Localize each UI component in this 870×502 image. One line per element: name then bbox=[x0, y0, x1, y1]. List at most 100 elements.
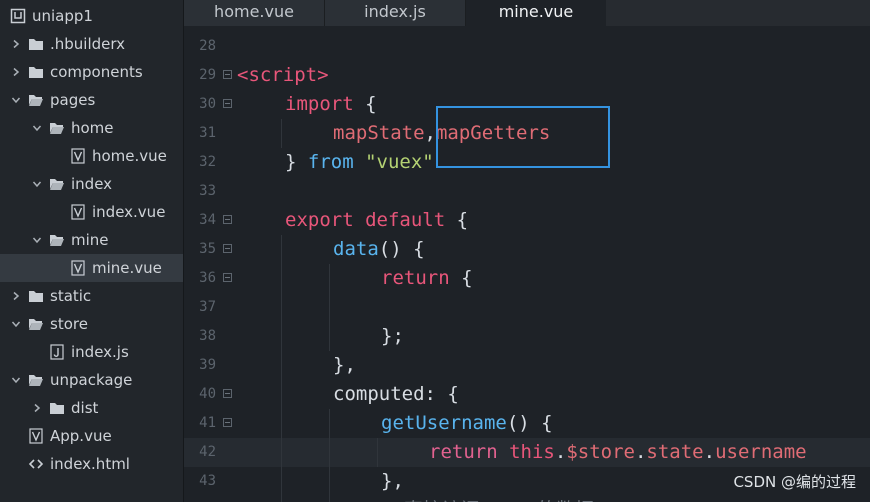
code-token: return bbox=[381, 267, 450, 289]
chevron-right-icon[interactable] bbox=[10, 67, 22, 77]
code-token: data bbox=[333, 238, 379, 260]
folder-icon bbox=[28, 288, 44, 304]
line-number: 32 bbox=[199, 154, 216, 170]
code-line[interactable]: 35 data() { bbox=[184, 235, 870, 264]
line-number: 41 bbox=[199, 415, 216, 431]
code-token: state bbox=[646, 441, 704, 463]
line-number: 30 bbox=[199, 96, 216, 112]
tree-item-index-js[interactable]: index.js bbox=[0, 338, 184, 366]
tree-item-static[interactable]: static bbox=[0, 282, 184, 310]
code-token: () { bbox=[378, 238, 425, 260]
tree-item-index-vue[interactable]: index.vue bbox=[0, 198, 184, 226]
tab-index-js[interactable]: index.js bbox=[325, 0, 465, 26]
tree-item-home[interactable]: home bbox=[0, 114, 184, 142]
chevron-down-icon[interactable] bbox=[31, 179, 43, 189]
code-line[interactable]: 29 <script> bbox=[184, 61, 870, 90]
folder-open-icon bbox=[28, 372, 44, 388]
tree-item-home-vue[interactable]: home.vue bbox=[0, 142, 184, 170]
code-token: . bbox=[634, 441, 647, 463]
tree-item-index-html[interactable]: index.html bbox=[0, 450, 184, 478]
tree-item-app-vue[interactable]: App.vue bbox=[0, 422, 184, 450]
editor-tab-bar: home.vue index.js mine.vue bbox=[184, 0, 870, 26]
chevron-right-icon[interactable] bbox=[10, 291, 22, 301]
indent-guide bbox=[281, 293, 282, 322]
code-line[interactable]: 41 getUsername() { bbox=[184, 409, 870, 438]
tree-item-label: index.js bbox=[71, 343, 129, 361]
vue-file-icon bbox=[70, 260, 86, 276]
indent-guide bbox=[281, 409, 282, 438]
tree-item-label: uniapp1 bbox=[32, 7, 93, 25]
folder-open-icon bbox=[49, 232, 65, 248]
code-text: return { bbox=[381, 264, 473, 293]
line-number: 31 bbox=[199, 125, 216, 141]
chevron-down-icon[interactable] bbox=[10, 375, 22, 385]
fold-toggle-icon[interactable] bbox=[223, 273, 232, 282]
tree-item-index[interactable]: index bbox=[0, 170, 184, 198]
watermark: CSDN @编的过程 bbox=[733, 473, 856, 491]
tree-item-mine-vue[interactable]: mine.vue bbox=[0, 254, 184, 282]
chevron-down-icon[interactable] bbox=[10, 95, 22, 105]
chevron-right-icon[interactable] bbox=[10, 39, 22, 49]
code-text: } from "vuex" bbox=[285, 148, 434, 177]
chevron-right-icon[interactable] bbox=[31, 403, 43, 413]
folder-open-icon bbox=[28, 92, 44, 108]
tab-home-vue[interactable]: home.vue bbox=[184, 0, 324, 26]
indent-guide bbox=[281, 438, 282, 467]
code-line[interactable]: 42 return this.$store.state.username bbox=[184, 438, 870, 467]
tree-item-pages[interactable]: pages bbox=[0, 86, 184, 114]
fold-toggle-icon[interactable] bbox=[223, 70, 232, 79]
code-line[interactable]: 34 export default { bbox=[184, 206, 870, 235]
tree-item-label: .hbuilderx bbox=[50, 35, 126, 53]
code-token: default bbox=[365, 209, 446, 231]
code-text: return this.$store.state.username bbox=[429, 438, 807, 467]
project-icon bbox=[10, 8, 26, 24]
code-line[interactable]: 37 bbox=[184, 293, 870, 322]
tree-item-label: store bbox=[50, 315, 88, 333]
code-token: from bbox=[307, 151, 354, 173]
tree-item-uniapp1[interactable]: uniapp1 bbox=[0, 2, 184, 30]
code-line[interactable]: 36 return { bbox=[184, 264, 870, 293]
tree-item-mine[interactable]: mine bbox=[0, 226, 184, 254]
fold-toggle-icon[interactable] bbox=[223, 418, 232, 427]
code-line[interactable]: 39}, bbox=[184, 351, 870, 380]
line-number: 39 bbox=[199, 357, 216, 373]
js-file-icon bbox=[49, 344, 65, 360]
tree-item-store[interactable]: store bbox=[0, 310, 184, 338]
code-token: }, bbox=[333, 354, 356, 376]
line-number: 42 bbox=[199, 444, 216, 460]
code-token: }, bbox=[381, 470, 404, 492]
chevron-down-icon[interactable] bbox=[31, 235, 43, 245]
chevron-down-icon[interactable] bbox=[31, 123, 43, 133]
code-token: . bbox=[703, 441, 716, 463]
tree-item-label: home bbox=[71, 119, 114, 137]
indent-guide bbox=[377, 438, 378, 467]
tree-item-label: pages bbox=[50, 91, 96, 109]
tree-item-label: index.vue bbox=[92, 203, 166, 221]
indent-guide bbox=[281, 467, 282, 496]
code-text: }, bbox=[333, 351, 356, 380]
tree-item-hbuilderx[interactable]: .hbuilderx bbox=[0, 30, 184, 58]
tree-item-dist[interactable]: dist bbox=[0, 394, 184, 422]
tab-mine-vue[interactable]: mine.vue bbox=[466, 0, 606, 26]
code-token: username bbox=[715, 441, 807, 463]
code-token: script bbox=[248, 64, 318, 86]
code-line[interactable]: 38}; bbox=[184, 322, 870, 351]
code-line[interactable]: 33 bbox=[184, 177, 870, 206]
chevron-down-icon[interactable] bbox=[10, 319, 22, 329]
fold-toggle-icon[interactable] bbox=[223, 99, 232, 108]
fold-toggle-icon[interactable] bbox=[223, 215, 232, 224]
indent-guide bbox=[281, 235, 282, 264]
code-text: import { bbox=[285, 90, 377, 119]
fold-toggle-icon[interactable] bbox=[223, 244, 232, 253]
tree-item-label: mine bbox=[71, 231, 109, 249]
indent-guide bbox=[329, 293, 330, 322]
indent-guide bbox=[281, 264, 282, 293]
code-line[interactable]: 40 computed: { bbox=[184, 380, 870, 409]
folder-open-icon bbox=[49, 176, 65, 192]
tree-item-unpackage[interactable]: unpackage bbox=[0, 366, 184, 394]
code-line[interactable]: 44 //直接访问state的数据 bbox=[184, 496, 870, 502]
fold-toggle-icon[interactable] bbox=[223, 389, 232, 398]
tree-item-components[interactable]: components bbox=[0, 58, 184, 86]
code-line[interactable]: 28 bbox=[184, 32, 870, 61]
code-text: }; bbox=[381, 322, 404, 351]
